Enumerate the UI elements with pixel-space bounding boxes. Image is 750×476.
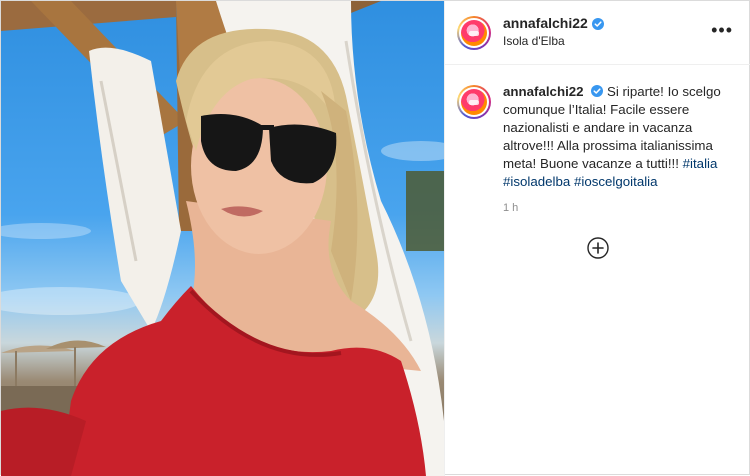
hashtag-link[interactable]: #ioscelgoitalia [574,174,658,189]
post-location[interactable]: Isola d'Elba [503,33,604,50]
more-options-icon[interactable]: ••• [707,19,737,47]
verified-badge-icon [591,85,604,97]
photo-illustration [1,1,444,476]
instagram-post: annafalchi22 Isola d'Elba ••• annafalchi… [0,0,750,476]
caption-username[interactable]: annafalchi22 [503,84,584,99]
author-username[interactable]: annafalchi22 [503,15,588,32]
post-header: annafalchi22 Isola d'Elba ••• [445,1,750,65]
plus-circle-icon[interactable] [587,237,609,259]
hashtag-link[interactable]: #italia [683,156,718,171]
hashtag-link[interactable]: #isoladelba [503,174,570,189]
post-timestamp: 1 h [503,202,519,214]
author-info: annafalchi22 Isola d'Elba [503,15,604,50]
post-caption: annafalchi22 Si riparte! Io scelgo comun… [445,65,750,217]
post-side-panel: annafalchi22 Isola d'Elba ••• annafalchi… [444,1,750,476]
caption-body: annafalchi22 Si riparte! Io scelgo comun… [503,83,731,217]
author-avatar[interactable] [457,15,491,50]
post-photo[interactable] [1,1,444,476]
username-row: annafalchi22 [503,15,604,32]
caption-avatar[interactable] [457,85,491,119]
verified-badge-icon [591,17,604,30]
